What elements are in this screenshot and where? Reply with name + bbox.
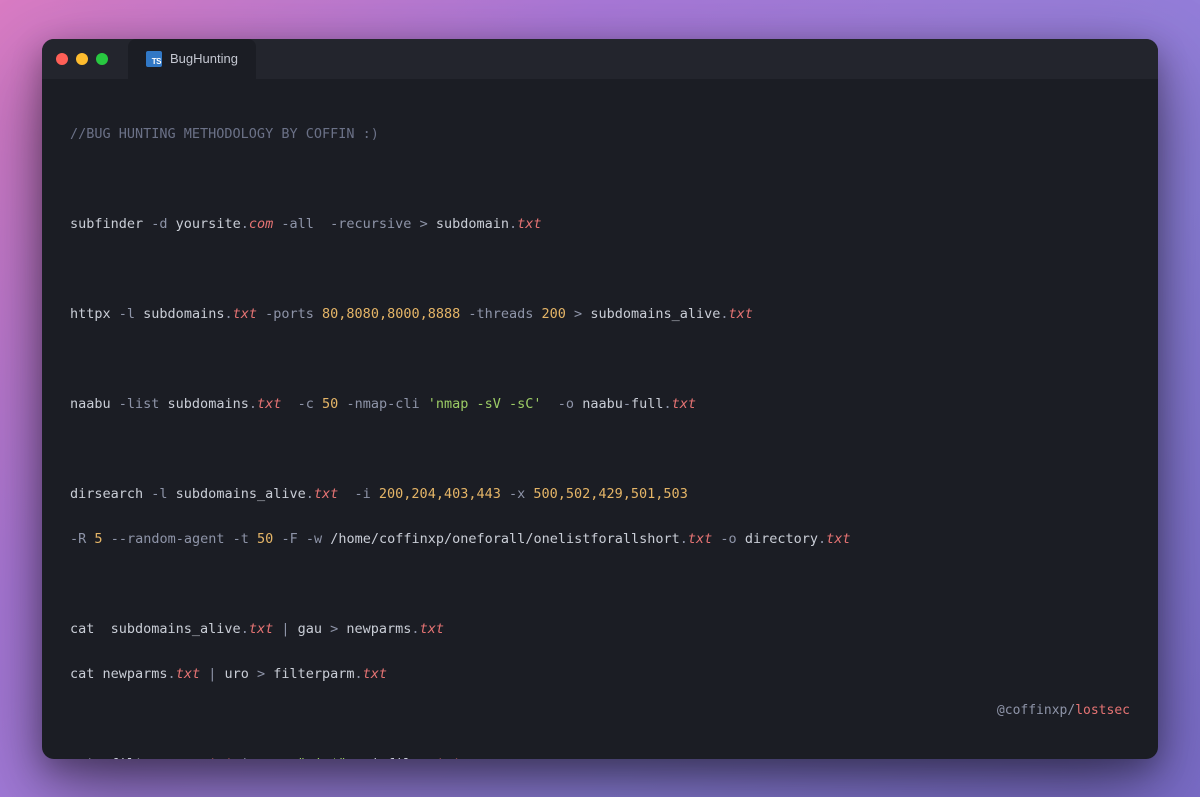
- tab-bughunting[interactable]: TS BugHunting: [128, 39, 256, 79]
- code-line: dirsearch -l subdomains_alive.txt -i 200…: [70, 483, 1130, 506]
- code-line: naabu -list subdomains.txt -c 50 -nmap-c…: [70, 393, 1130, 416]
- close-icon[interactable]: [56, 53, 68, 65]
- code-line: subfinder -d yoursite.com -all -recursiv…: [70, 213, 1130, 236]
- typescript-icon: TS: [146, 51, 162, 67]
- maximize-icon[interactable]: [96, 53, 108, 65]
- footer-project: lostsec: [1075, 703, 1130, 718]
- minimize-icon[interactable]: [76, 53, 88, 65]
- editor-content[interactable]: //BUG HUNTING METHODOLOGY BY COFFIN :) s…: [42, 79, 1158, 759]
- code-window: TS BugHunting //BUG HUNTING METHODOLOGY …: [42, 39, 1158, 759]
- tab-title: BugHunting: [170, 51, 238, 66]
- footer-credit: @coffinxp/lostsec: [950, 677, 1130, 745]
- code-line: cat filterparam.txt | grep ".js$" > jsfi…: [70, 753, 1130, 759]
- window-controls: [56, 53, 108, 65]
- code-line: httpx -l subdomains.txt -ports 80,8080,8…: [70, 303, 1130, 326]
- code-line: -R 5 --random-agent -t 50 -F -w /home/co…: [70, 528, 1130, 551]
- footer-handle: @coffinxp: [997, 703, 1067, 718]
- code-comment: //BUG HUNTING METHODOLOGY BY COFFIN :): [70, 126, 379, 142]
- titlebar: TS BugHunting: [42, 39, 1158, 79]
- code-line: cat subdomains_alive.txt | gau > newparm…: [70, 618, 1130, 641]
